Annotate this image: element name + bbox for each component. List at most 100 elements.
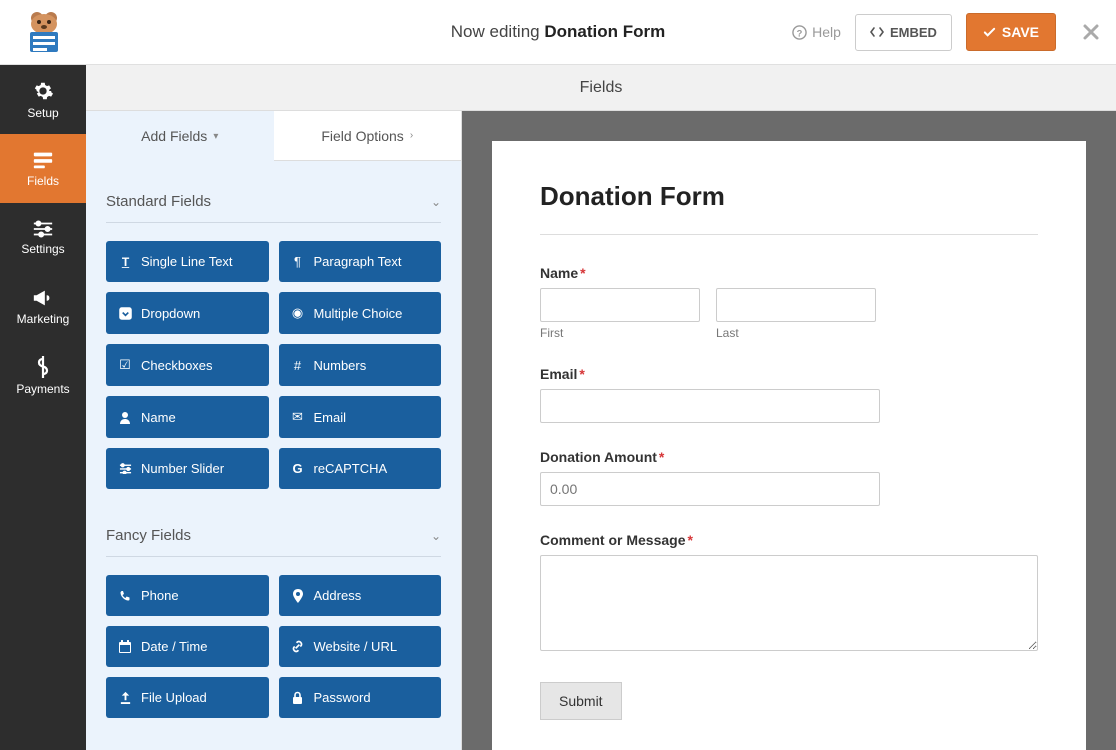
field-address[interactable]: Address — [279, 575, 442, 616]
form-field-comment[interactable]: Comment or Message* — [540, 532, 1038, 656]
text-icon: T — [118, 255, 132, 268]
submit-button[interactable]: Submit — [540, 682, 622, 720]
sidebar-item-fields[interactable]: Fields — [0, 134, 86, 203]
field-recaptcha[interactable]: GreCAPTCHA — [279, 448, 442, 489]
field-multiple-choice[interactable]: ◉Multiple Choice — [279, 292, 442, 334]
sidebar: Setup Fields Settings Marketing Payments — [0, 65, 86, 750]
amount-label: Donation Amount* — [540, 449, 1038, 465]
first-name-input[interactable] — [540, 288, 700, 322]
field-label: Dropdown — [141, 306, 200, 321]
svg-text:?: ? — [797, 28, 803, 38]
field-label: Website / URL — [314, 639, 398, 654]
embed-label: EMBED — [890, 25, 937, 40]
group-header-standard[interactable]: Standard Fields ⌄ — [106, 181, 441, 223]
field-label: Email — [314, 410, 347, 425]
required-asterisk: * — [579, 366, 584, 382]
group-header-fancy[interactable]: Fancy Fields ⌄ — [106, 515, 441, 557]
tab-field-options[interactable]: Field Options › — [274, 111, 462, 161]
check-square-icon: ☑ — [118, 357, 132, 373]
panel-tabs: Add Fields ▾ Field Options › — [86, 111, 461, 161]
last-sublabel: Last — [716, 326, 876, 340]
workspace: Fields Add Fields ▾ Field Options › — [86, 65, 1116, 750]
group-standard-fields: Standard Fields ⌄ T Single Line Text ¶Par… — [86, 161, 461, 495]
bullhorn-icon — [32, 288, 54, 308]
paragraph-icon: ¶ — [291, 254, 305, 269]
field-phone[interactable]: Phone — [106, 575, 269, 616]
field-date-time[interactable]: Date / Time — [106, 626, 269, 667]
google-icon: G — [291, 461, 305, 476]
field-name[interactable]: Name — [106, 396, 269, 438]
field-email[interactable]: ✉Email — [279, 396, 442, 438]
chevron-right-icon: › — [410, 130, 413, 141]
field-label: Number Slider — [141, 461, 224, 476]
tab-add-fields[interactable]: Add Fields ▾ — [86, 111, 274, 161]
required-asterisk: * — [580, 265, 585, 281]
field-password[interactable]: Password — [279, 677, 442, 718]
tab-label: Add Fields — [141, 128, 207, 144]
field-checkboxes[interactable]: ☑Checkboxes — [106, 344, 269, 386]
fields-panel: Add Fields ▾ Field Options › Standard Fi… — [86, 111, 462, 750]
sidebar-item-marketing[interactable]: Marketing — [0, 272, 86, 341]
dollar-icon — [36, 356, 50, 378]
lock-icon — [291, 691, 305, 704]
amount-input[interactable] — [540, 472, 880, 506]
close-button[interactable] — [1082, 23, 1100, 41]
embed-button[interactable]: EMBED — [855, 14, 952, 51]
help-link[interactable]: ? Help — [792, 24, 841, 40]
standard-field-grid: T Single Line Text ¶Paragraph Text Dropdo… — [106, 223, 441, 495]
field-number-slider[interactable]: Number Slider — [106, 448, 269, 489]
required-asterisk: * — [687, 532, 692, 548]
field-file-upload[interactable]: File Upload — [106, 677, 269, 718]
email-input[interactable] — [540, 389, 880, 423]
field-label: Phone — [141, 588, 179, 603]
main: Setup Fields Settings Marketing Payments — [0, 65, 1116, 750]
comment-textarea[interactable] — [540, 555, 1038, 651]
wpforms-logo-icon — [20, 8, 68, 56]
name-row: First Last — [540, 288, 1038, 340]
field-numbers[interactable]: # Numbers — [279, 344, 442, 386]
comment-label: Comment or Message* — [540, 532, 1038, 548]
sidebar-label: Payments — [16, 382, 69, 396]
top-bar: Now editing Donation Form ? Help EMBED S… — [0, 0, 1116, 65]
gear-icon — [32, 80, 54, 102]
app-logo — [16, 8, 71, 56]
hash-icon: # — [291, 358, 305, 373]
form-field-email[interactable]: Email* — [540, 366, 1038, 423]
sidebar-label: Settings — [21, 242, 64, 256]
section-header: Fields — [86, 65, 1116, 111]
sidebar-item-settings[interactable]: Settings — [0, 203, 86, 272]
check-icon — [983, 26, 996, 39]
save-button[interactable]: SAVE — [966, 13, 1056, 51]
field-website-url[interactable]: Website / URL — [279, 626, 442, 667]
field-label: Address — [314, 588, 362, 603]
form-field-name[interactable]: Name* First Last — [540, 265, 1038, 340]
field-label: Single Line Text — [141, 254, 233, 269]
form-title: Donation Form — [540, 181, 1038, 212]
field-paragraph-text[interactable]: ¶Paragraph Text — [279, 241, 442, 282]
caret-square-icon — [118, 307, 132, 320]
help-label: Help — [812, 24, 841, 40]
group-fancy-fields: Fancy Fields ⌄ Phone Address Date / Time… — [86, 495, 461, 724]
group-title: Fancy Fields — [106, 527, 191, 544]
chevron-down-icon: ⌄ — [431, 529, 441, 543]
link-icon — [291, 640, 305, 653]
field-single-line-text[interactable]: T Single Line Text — [106, 241, 269, 282]
sidebar-item-payments[interactable]: Payments — [0, 341, 86, 410]
user-icon — [118, 411, 132, 424]
form-field-donation-amount[interactable]: Donation Amount* — [540, 449, 1038, 506]
phone-icon — [118, 590, 132, 602]
code-icon — [870, 26, 884, 38]
field-label: Numbers — [314, 358, 367, 373]
email-label: Email* — [540, 366, 1038, 382]
form-card: Donation Form Name* First — [492, 141, 1086, 750]
field-label: Date / Time — [141, 639, 207, 654]
help-icon: ? — [792, 25, 807, 40]
tab-label: Field Options — [321, 128, 403, 144]
sidebar-label: Fields — [27, 174, 59, 188]
field-dropdown[interactable]: Dropdown — [106, 292, 269, 334]
last-name-input[interactable] — [716, 288, 876, 322]
first-sublabel: First — [540, 326, 700, 340]
page-title: Now editing Donation Form — [451, 22, 665, 42]
sidebar-item-setup[interactable]: Setup — [0, 65, 86, 134]
field-label: File Upload — [141, 690, 207, 705]
